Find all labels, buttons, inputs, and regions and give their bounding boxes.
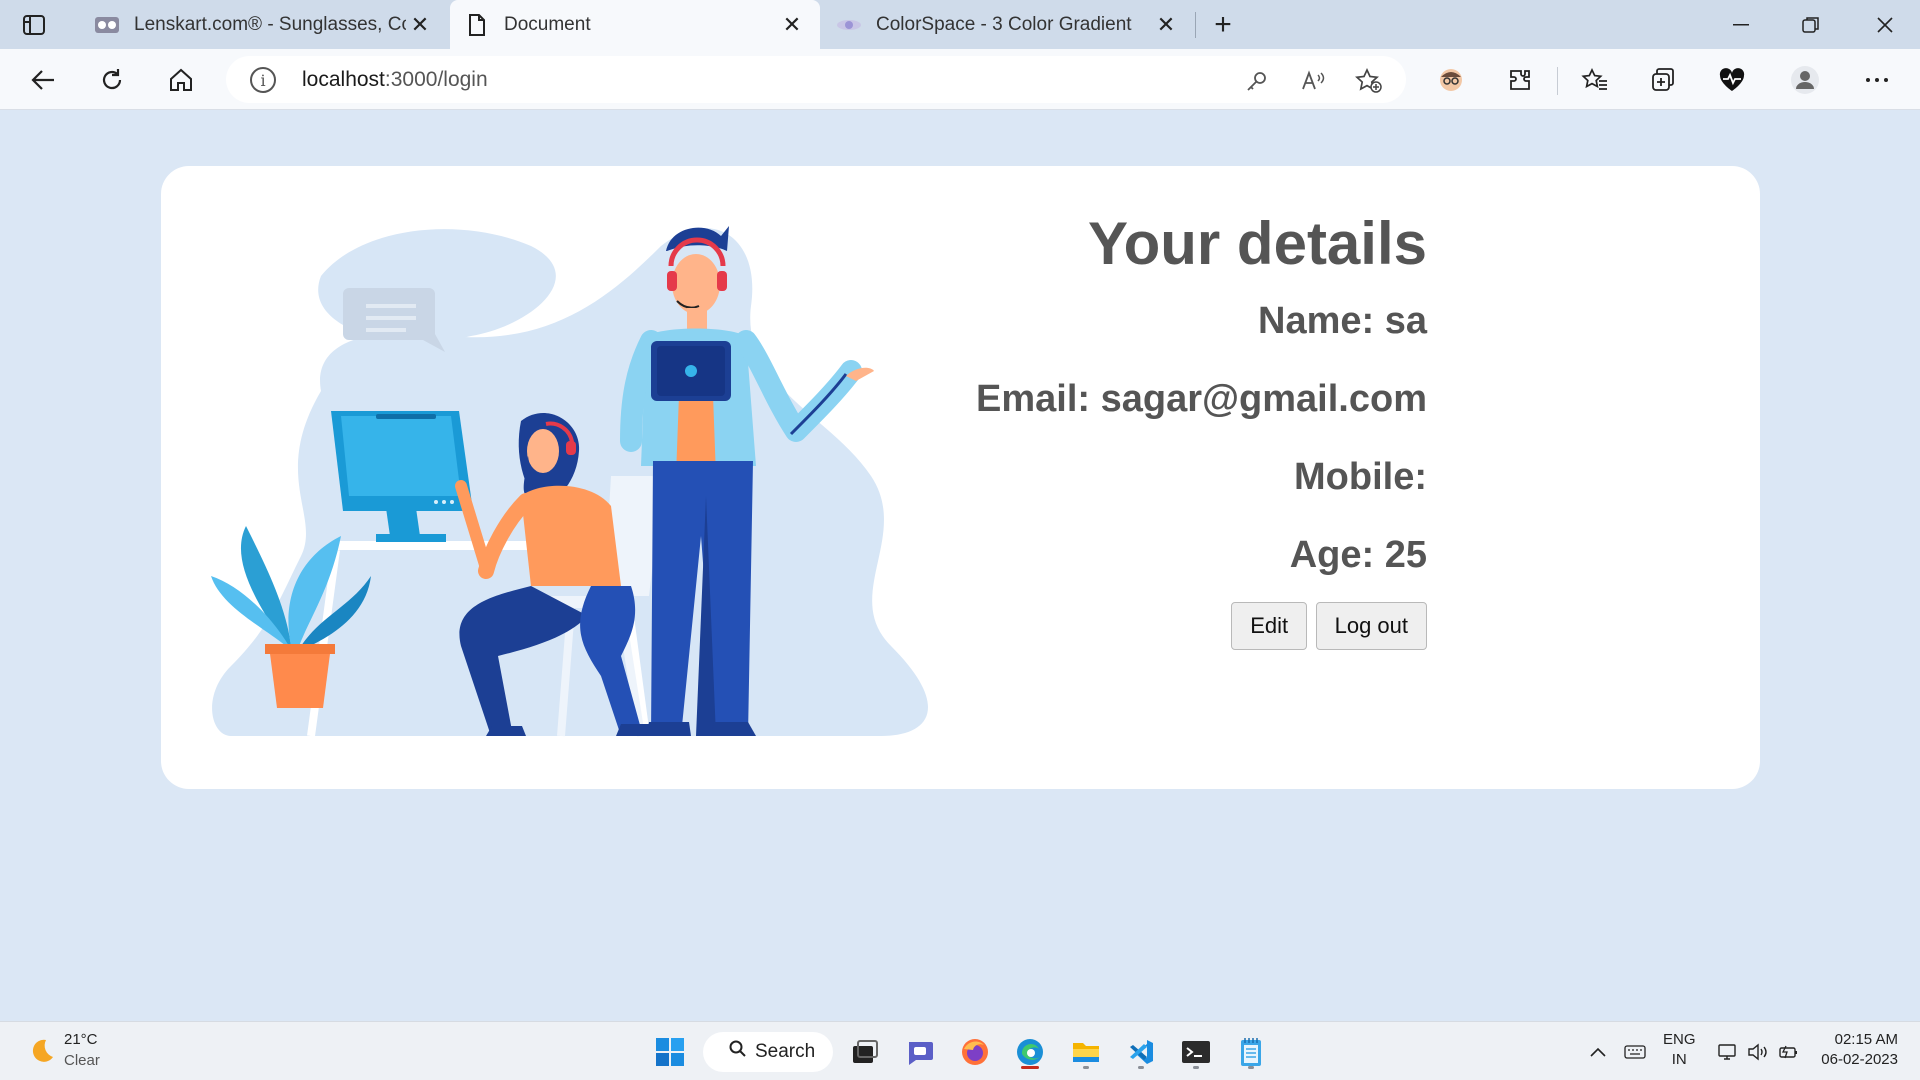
home-icon[interactable] [160, 59, 202, 101]
back-icon[interactable] [22, 59, 64, 101]
action-buttons: Edit Log out [976, 602, 1427, 650]
taskbar-search[interactable]: Search [703, 1032, 833, 1072]
close-tab-icon[interactable]: ✕ [1152, 11, 1180, 39]
add-favorite-icon[interactable] [1354, 66, 1384, 96]
search-icon [729, 1040, 747, 1064]
close-tab-icon[interactable]: ✕ [406, 11, 434, 39]
edit-button[interactable]: Edit [1231, 602, 1308, 650]
mobile-field: Mobile: [1294, 456, 1427, 498]
network-icon[interactable] [1714, 1022, 1742, 1080]
browser-essentials-icon[interactable] [1711, 59, 1753, 101]
tab-actions-icon[interactable] [18, 12, 50, 38]
refresh-icon[interactable] [91, 59, 133, 101]
keyboard-icon[interactable] [1620, 1022, 1650, 1080]
running-app-indicator [1248, 1066, 1254, 1069]
tab-document[interactable]: Document ✕ [450, 0, 820, 49]
close-window-icon[interactable] [1850, 0, 1920, 49]
page-content: Your details Name: sa Email: sagar@gmail… [0, 111, 1920, 1021]
collections-icon[interactable] [1642, 59, 1684, 101]
site-info-icon[interactable]: i [250, 67, 276, 93]
name-field: Name: sa [1258, 300, 1427, 342]
tab-strip: Lenskart.com® - Sunglasses, Cor ✕ Docume… [0, 0, 1920, 49]
colorspace-favicon-icon [836, 12, 862, 38]
details-card: Your details Name: sa Email: sagar@gmail… [161, 166, 1760, 789]
lenskart-favicon-icon [94, 12, 120, 38]
language-indicator[interactable]: ENG IN [1663, 1030, 1696, 1070]
weather-condition[interactable]: Clear [64, 1052, 100, 1069]
read-aloud-icon[interactable] [1299, 66, 1329, 96]
new-tab-icon[interactable]: + [1208, 8, 1238, 41]
user-details: Your details Name: sa Email: sagar@gmail… [976, 206, 1427, 650]
weather-temperature[interactable]: 21°C [64, 1031, 98, 1048]
url-text[interactable]: localhost:3000/login [302, 68, 488, 92]
minimize-icon[interactable] [1706, 0, 1776, 49]
browser-toolbar: i localhost:3000/login [0, 49, 1920, 110]
tab-lenskart[interactable]: Lenskart.com® - Sunglasses, Cor ✕ [80, 0, 448, 49]
task-view-icon[interactable] [845, 1032, 885, 1072]
battery-icon[interactable] [1774, 1022, 1802, 1080]
vscode-icon[interactable] [1121, 1032, 1161, 1072]
tab-divider [1195, 12, 1196, 38]
favorites-icon[interactable] [1574, 59, 1616, 101]
running-app-indicator [1083, 1066, 1089, 1069]
system-clock[interactable]: 02:15 AM 06-02-2023 [1821, 1030, 1898, 1070]
start-windows-icon[interactable] [650, 1032, 690, 1072]
firefox-icon[interactable] [955, 1032, 995, 1072]
terminal-icon[interactable] [1176, 1032, 1216, 1072]
taskbar: 21°C Clear Search ENG IN 02:15 AM 06-02-… [0, 1021, 1920, 1080]
tab-title: ColorSpace - 3 Color Gradient [876, 13, 1132, 35]
active-app-indicator [1021, 1066, 1039, 1069]
close-tab-icon[interactable]: ✕ [778, 11, 806, 39]
file-explorer-icon[interactable] [1066, 1032, 1106, 1072]
running-app-indicator [1193, 1066, 1199, 1069]
email-field: Email: sagar@gmail.com [976, 378, 1427, 420]
page-title: Your details [1088, 210, 1427, 277]
password-key-icon[interactable] [1242, 66, 1272, 96]
support-team-illustration [211, 226, 929, 737]
document-favicon-icon [464, 12, 490, 38]
chevron-up-icon[interactable] [1586, 1022, 1610, 1080]
running-app-indicator [1138, 1066, 1144, 1069]
profile-extension-icon[interactable] [1430, 59, 1472, 101]
more-options-icon[interactable] [1856, 59, 1898, 101]
age-field: Age: 25 [1289, 534, 1427, 576]
logout-button[interactable]: Log out [1315, 602, 1427, 650]
tab-title: Document [504, 13, 591, 35]
notepad-icon[interactable] [1231, 1032, 1271, 1072]
extensions-icon[interactable] [1499, 59, 1541, 101]
restore-icon[interactable] [1776, 0, 1846, 49]
address-bar[interactable]: i localhost:3000/login [226, 56, 1406, 103]
search-label: Search [755, 1041, 816, 1062]
tab-colorspace[interactable]: ColorSpace - 3 Color Gradient ✕ [822, 0, 1194, 49]
teams-chat-icon[interactable] [900, 1032, 940, 1072]
moon-weather-icon[interactable] [26, 1036, 56, 1066]
volume-icon[interactable] [1744, 1022, 1772, 1080]
toolbar-divider [1557, 67, 1558, 95]
tab-title: Lenskart.com® - Sunglasses, Cor [134, 13, 406, 35]
profile-avatar-icon[interactable] [1784, 59, 1826, 101]
edge-browser-icon[interactable] [1010, 1032, 1050, 1072]
